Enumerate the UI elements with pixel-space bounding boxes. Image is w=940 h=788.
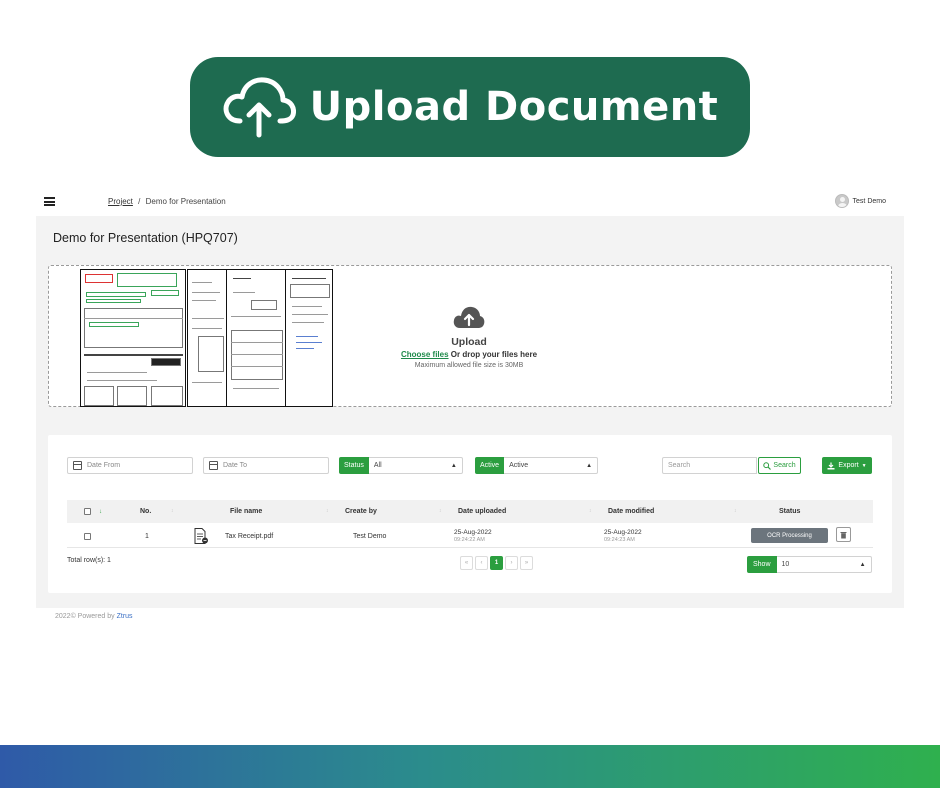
upload-prompt: Upload Choose files Or drop your files h… <box>379 304 559 369</box>
chevron-down-icon: ▼︎ <box>861 462 867 469</box>
page-button-current[interactable]: 1 <box>490 556 503 570</box>
row-date-modified: 25-Aug-2022 09:24:23 AM <box>604 524 642 548</box>
gradient-bar <box>0 745 940 788</box>
page-root: Upload Document Project / Demo for Prese… <box>0 0 940 788</box>
breadcrumb-separator: / <box>138 197 141 206</box>
row-date-modified-time: 09:24:23 AM <box>604 537 635 543</box>
sort-icon[interactable]: ↕ <box>734 508 737 514</box>
document-thumbnail <box>187 269 227 407</box>
breadcrumb-project-link[interactable]: Project <box>108 197 133 206</box>
document-thumbnail <box>285 269 333 407</box>
row-date-uploaded: 25-Aug-2022 09:24:22 AM <box>454 524 492 548</box>
upload-dropzone[interactable]: Upload Choose files Or drop your files h… <box>48 265 892 407</box>
status-badge: OCR Processing <box>751 528 828 543</box>
select-caret-icon: ▲︎ <box>586 462 593 469</box>
page-title: Demo for Presentation (HPQ707) <box>53 231 238 245</box>
sort-icon[interactable]: ↕ <box>589 508 592 514</box>
row-date-uploaded-time: 09:24:22 AM <box>454 537 485 543</box>
date-to-placeholder: Date To <box>223 462 247 469</box>
document-thumbnail <box>226 269 286 407</box>
document-thumbnails <box>80 269 333 407</box>
select-caret-icon: ▲︎ <box>450 462 457 469</box>
calendar-icon <box>73 461 82 470</box>
table-header: ↓ No. ↕ File name ↕ Create by ↕ Date upl… <box>67 500 873 523</box>
row-file-name[interactable]: Tax Receipt.pdf <box>225 524 273 548</box>
calendar-icon <box>209 461 218 470</box>
pdf-file-icon <box>194 524 208 548</box>
footer: 2022© Powered by Ztrus <box>55 613 133 620</box>
prev-page-button[interactable]: ‹ <box>475 556 488 570</box>
cloud-upload-icon <box>223 77 296 138</box>
top-bar: Project / Demo for Presentation Test Dem… <box>36 188 904 216</box>
pagination: « ‹ 1 › » <box>460 556 533 570</box>
menu-icon[interactable] <box>44 197 55 206</box>
delete-button[interactable] <box>836 527 851 542</box>
user-menu[interactable]: Test Demo <box>834 194 886 208</box>
next-page-button[interactable]: › <box>505 556 518 570</box>
status-filter[interactable]: Status All ▲︎ <box>339 457 463 474</box>
column-date-uploaded[interactable]: Date uploaded <box>458 500 506 523</box>
active-filter[interactable]: Active Active ▲︎ <box>475 457 599 474</box>
search-input[interactable]: Search <box>662 457 757 474</box>
sort-icon[interactable]: ↕ <box>171 508 174 514</box>
total-rows: Total row(s): 1 <box>67 557 111 564</box>
document-thumbnail <box>80 269 186 407</box>
column-file-name[interactable]: File name <box>230 500 262 523</box>
status-select-value: All <box>373 462 382 469</box>
select-all-checkbox[interactable] <box>84 500 91 523</box>
sort-icon[interactable]: ↕ <box>326 508 329 514</box>
app-window: Project / Demo for Presentation Test Dem… <box>36 188 904 608</box>
drop-files-text: Or drop your files here <box>448 350 538 359</box>
column-create-by[interactable]: Create by <box>345 500 377 523</box>
upload-document-banner: Upload Document <box>190 57 750 157</box>
export-button-label: Export <box>838 462 859 469</box>
page-size-value: 10 <box>781 561 790 568</box>
table-row[interactable]: 1 Tax Receipt.pdf Test Demo 25-Aug-2022 … <box>67 524 873 548</box>
active-select-value: Active <box>509 462 529 469</box>
active-filter-label: Active <box>475 457 505 474</box>
breadcrumb: Project / Demo for Presentation <box>108 197 226 206</box>
footer-text: 2022© Powered by <box>55 613 117 620</box>
row-date-modified-date: 25-Aug-2022 <box>604 529 642 536</box>
date-from-field[interactable]: Date From <box>67 457 193 474</box>
status-filter-label: Status <box>339 457 369 474</box>
status-select[interactable]: All ▲︎ <box>368 457 463 474</box>
first-page-button[interactable]: « <box>460 556 473 570</box>
search-placeholder: Search <box>668 462 691 469</box>
row-create-by: Test Demo <box>353 532 387 540</box>
column-date-modified[interactable]: Date modified <box>608 500 654 523</box>
upload-size-limit: Maximum allowed file size is 30MB <box>414 362 524 369</box>
column-no[interactable]: No. <box>140 500 151 523</box>
search-button[interactable]: Search <box>758 457 801 474</box>
user-name: Test Demo <box>852 197 886 205</box>
choose-files-link[interactable]: Choose files <box>401 350 449 359</box>
search-icon <box>763 461 772 470</box>
download-icon <box>827 462 835 469</box>
search-button-label: Search <box>773 462 796 469</box>
footer-brand-link[interactable]: Ztrus <box>117 613 133 620</box>
upload-heading: Upload <box>451 336 487 348</box>
column-status[interactable]: Status <box>779 500 800 523</box>
row-date-uploaded-date: 25-Aug-2022 <box>454 529 492 536</box>
export-button[interactable]: Export ▼︎ <box>822 457 872 474</box>
trash-icon <box>840 531 847 538</box>
sort-icon[interactable]: ↕ <box>439 508 442 514</box>
row-number: 1 <box>145 532 149 540</box>
page-size-label: Show <box>747 556 777 573</box>
date-to-field[interactable]: Date To <box>203 457 329 474</box>
page-size-select[interactable]: Show 10 ▲︎ <box>747 556 872 573</box>
banner-title: Upload Document <box>309 84 719 130</box>
avatar <box>834 194 849 208</box>
page-size-dropdown[interactable]: 10 ▲︎ <box>776 556 872 573</box>
breadcrumb-current: Demo for Presentation <box>145 197 226 206</box>
documents-card: Date From Date To Status All ▲︎ Active A… <box>48 435 892 593</box>
last-page-button[interactable]: » <box>520 556 533 570</box>
date-from-placeholder: Date From <box>87 462 121 469</box>
upload-instructions: Choose files Or drop your files here <box>379 350 559 359</box>
cloud-upload-icon <box>453 306 485 328</box>
row-checkbox[interactable] <box>84 524 91 548</box>
active-select[interactable]: Active ▲︎ <box>504 457 599 474</box>
sort-arrow-icon[interactable]: ↓ <box>99 500 102 523</box>
select-caret-icon: ▲︎ <box>859 561 866 568</box>
